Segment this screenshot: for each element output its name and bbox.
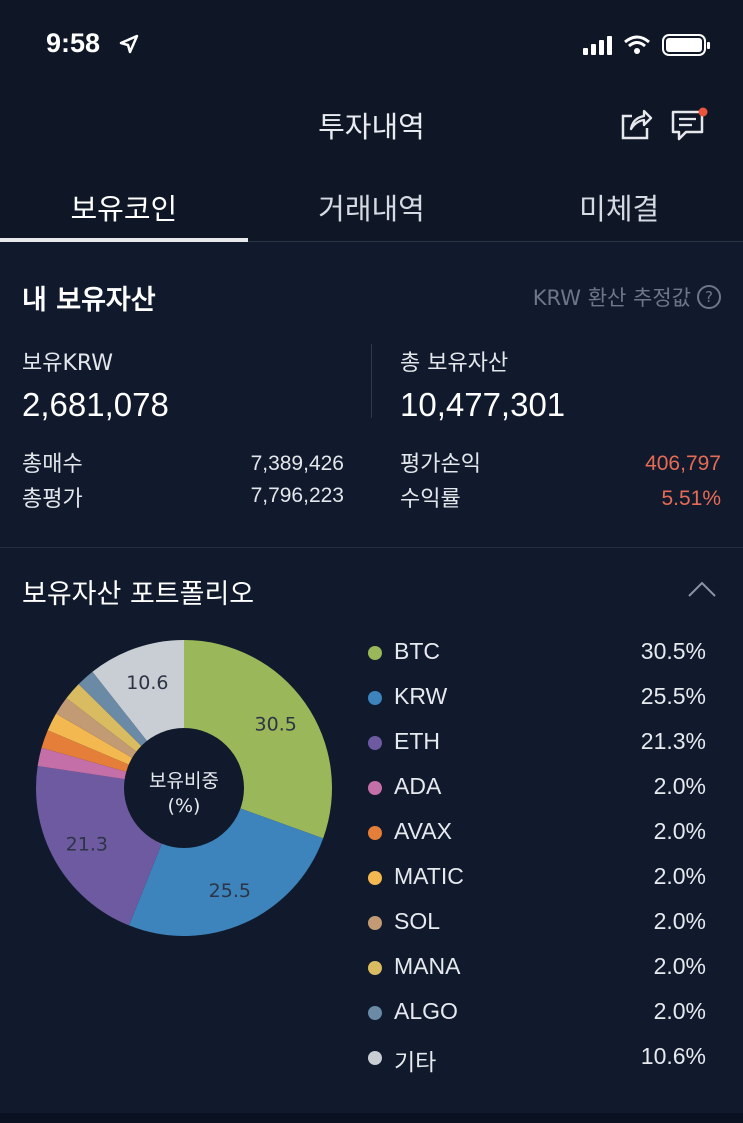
total-eval-label: 총평가	[22, 487, 83, 512]
tab-pending-orders[interactable]: 미체결	[495, 180, 743, 242]
legend-percent: 2.0%	[653, 953, 706, 979]
krw-estimate-note[interactable]: KRW 환산 추정값 ?	[533, 282, 721, 312]
portfolio-legend: BTC 30.5% KRW 25.5% ETH 21.3% ADA 2.0% AVAX 2.0% M…	[366, 634, 706, 1084]
active-tab-indicator	[0, 238, 248, 242]
legend-name: 기타	[394, 1049, 437, 1075]
legend-dot-icon	[368, 1006, 382, 1020]
legend-percent: 30.5%	[640, 638, 706, 664]
legend-item: MATIC 2.0%	[366, 859, 706, 904]
tab-holdings[interactable]: 보유코인	[0, 180, 248, 242]
legend-percent: 2.0%	[653, 908, 706, 934]
legend-dot-icon	[368, 646, 382, 660]
pie-slice-label: 10.6	[126, 672, 168, 694]
my-assets-title: 내 보유자산	[22, 285, 156, 316]
legend-name: MANA	[394, 953, 461, 979]
legend-item: 기타 10.6%	[366, 1039, 706, 1084]
help-icon[interactable]: ?	[697, 285, 721, 309]
krw-estimate-label: KRW 환산 추정값	[532, 286, 691, 310]
krw-value: 2,681,078	[22, 386, 169, 423]
chat-notification-icon[interactable]	[670, 106, 710, 144]
total-buy-label: 총매수	[22, 452, 83, 477]
total-eval-value: 7,796,223	[250, 484, 344, 507]
total-assets-value: 10,477,301	[400, 386, 566, 423]
legend-item: KRW 25.5%	[366, 679, 706, 724]
legend-dot-icon	[368, 736, 382, 750]
return-rate-value: 5.51%	[661, 487, 721, 510]
legend-item: SOL 2.0%	[366, 904, 706, 949]
total-assets-label: 총 보유자산	[400, 351, 509, 376]
legend-dot-icon	[368, 916, 382, 930]
legend-dot-icon	[368, 961, 382, 975]
legend-name: ADA	[394, 773, 442, 799]
legend-name: AVAX	[394, 818, 452, 844]
legend-percent: 2.0%	[653, 863, 706, 889]
share-icon[interactable]	[618, 106, 654, 142]
pie-slice-label: 25.5	[209, 880, 251, 902]
section-divider	[0, 547, 743, 548]
legend-name: BTC	[394, 638, 440, 664]
total-buy-value: 7,389,426	[250, 452, 344, 475]
legend-percent: 21.3%	[640, 728, 706, 754]
tab-bar: 보유코인 거래내역 미체결	[0, 180, 743, 242]
legend-dot-icon	[368, 826, 382, 840]
legend-name: MATIC	[394, 863, 464, 889]
legend-percent: 10.6%	[640, 1043, 706, 1069]
portfolio-pie-chart: 30.5 25.5 21.3 10.6 보유비중 (%)	[36, 640, 332, 936]
donut-center-label: 보유비중	[149, 770, 219, 792]
legend-item: AVAX 2.0%	[366, 814, 706, 859]
pie-slice-label: 30.5	[255, 714, 297, 736]
legend-percent: 25.5%	[640, 683, 706, 709]
portfolio-title: 보유자산 포트폴리오	[22, 579, 255, 610]
status-icons	[583, 32, 713, 62]
legend-name: SOL	[394, 908, 441, 934]
legend-item: ETH 21.3%	[366, 724, 706, 769]
pie-slice-label: 21.3	[66, 834, 108, 856]
pnl-value: 406,797	[645, 452, 721, 475]
chevron-up-icon[interactable]	[687, 580, 717, 598]
donut-center-unit: (%)	[168, 795, 201, 817]
assets-divider	[371, 344, 372, 418]
legend-item: BTC 30.5%	[366, 634, 706, 679]
legend-percent: 2.0%	[653, 998, 706, 1024]
legend-percent: 2.0%	[653, 818, 706, 844]
signal-wifi-battery-icon	[583, 34, 710, 56]
legend-item: ALGO 2.0%	[366, 994, 706, 1039]
location-arrow-icon	[119, 34, 139, 54]
legend-name: ETH	[394, 728, 440, 754]
tab-transactions[interactable]: 거래내역	[248, 180, 496, 242]
status-bar: 9:58	[0, 0, 743, 90]
legend-dot-icon	[368, 1051, 382, 1065]
legend-item: MANA 2.0%	[366, 949, 706, 994]
bottom-band	[0, 1113, 743, 1123]
legend-name: ALGO	[394, 998, 458, 1024]
pnl-label: 평가손익	[400, 452, 481, 477]
legend-item: ADA 2.0%	[366, 769, 706, 814]
status-time: 9:58	[46, 28, 101, 58]
legend-dot-icon	[368, 871, 382, 885]
legend-percent: 2.0%	[653, 773, 706, 799]
return-rate-label: 수익률	[400, 487, 461, 512]
legend-dot-icon	[368, 781, 382, 795]
krw-label: 보유KRW	[22, 351, 114, 376]
legend-dot-icon	[368, 691, 382, 705]
legend-name: KRW	[394, 683, 448, 709]
